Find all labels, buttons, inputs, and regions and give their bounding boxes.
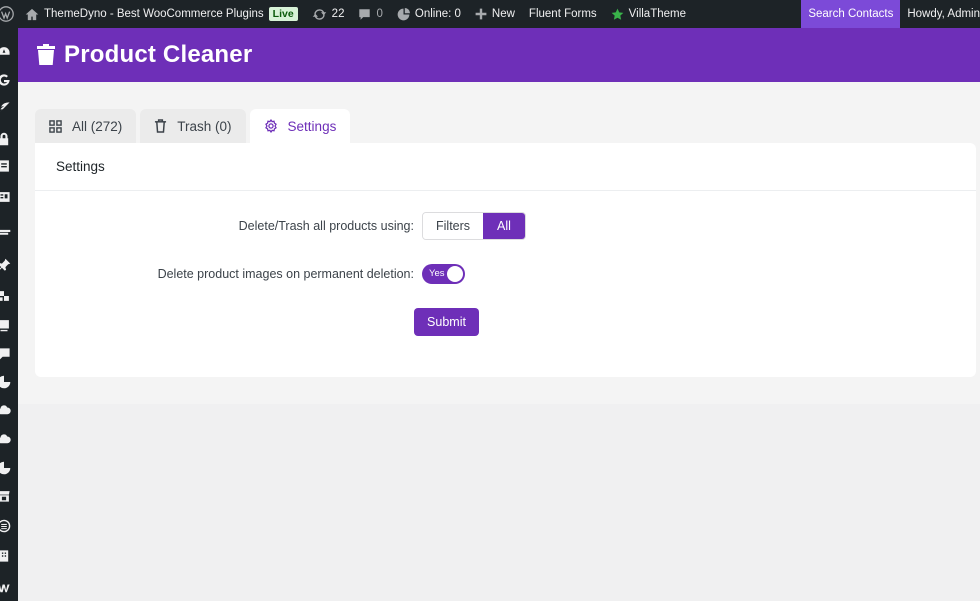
- delete-mode-label: Delete/Trash all products using:: [238, 219, 414, 233]
- plugin-header: Product Cleaner: [18, 28, 980, 82]
- wordpress-logo-icon[interactable]: [0, 0, 18, 28]
- delete-images-row: Delete product images on permanent delet…: [35, 264, 465, 284]
- cloud-icon[interactable]: [0, 402, 12, 418]
- pin-icon[interactable]: [0, 257, 12, 273]
- comments-menu-icon[interactable]: [0, 346, 12, 362]
- dashboard-icon[interactable]: [0, 44, 12, 60]
- w-icon[interactable]: [0, 580, 12, 596]
- forms-icon[interactable]: [0, 189, 12, 205]
- filters-option[interactable]: Filters: [423, 213, 484, 239]
- submit-button[interactable]: Submit: [414, 308, 479, 336]
- settings-heading: Settings: [35, 143, 976, 191]
- page-title: Product Cleaner: [64, 41, 253, 68]
- all-option[interactable]: All: [483, 213, 525, 239]
- tab-settings-label: Settings: [287, 118, 337, 134]
- plugin-content: All (272) Trash (0) Settings Settings De…: [18, 82, 980, 404]
- building-icon[interactable]: [0, 548, 12, 564]
- comment-icon: [359, 8, 371, 20]
- online-label: Online: 0: [414, 8, 461, 20]
- tab-bar: All (272) Trash (0) Settings: [35, 109, 354, 143]
- g-icon[interactable]: [0, 72, 12, 88]
- woo-icon[interactable]: [0, 224, 12, 240]
- comments-count: 0: [376, 8, 383, 20]
- page-background: [18, 404, 980, 601]
- analytics-icon[interactable]: [0, 374, 12, 390]
- admin-menu: [0, 28, 18, 601]
- list-circle-icon[interactable]: [0, 518, 12, 534]
- lock-icon[interactable]: [0, 131, 12, 147]
- new-label: New: [491, 8, 515, 20]
- delete-mode-selector: Filters All: [422, 212, 526, 240]
- updates-count: 22: [331, 8, 345, 20]
- tab-trash[interactable]: Trash (0): [140, 109, 246, 143]
- toggle-knob: [447, 266, 463, 282]
- star-icon: [611, 8, 624, 20]
- media-icon[interactable]: [0, 317, 12, 333]
- pie-chart-icon: [397, 7, 410, 20]
- tab-trash-label: Trash (0): [177, 118, 232, 134]
- site-name: ThemeDyno - Best WooCommerce Plugins: [44, 8, 264, 20]
- live-badge: Live: [268, 7, 298, 21]
- tab-all-label: All (272): [72, 118, 123, 134]
- new-content-link[interactable]: New: [468, 0, 522, 28]
- delete-images-label: Delete product images on permanent delet…: [157, 267, 414, 281]
- comments-link[interactable]: 0: [351, 0, 389, 28]
- howdy-account-menu[interactable]: Howdy, Admin: [900, 0, 980, 28]
- cloud-upload-icon[interactable]: [0, 431, 12, 447]
- online-status[interactable]: Online: 0: [390, 0, 468, 28]
- store-icon[interactable]: [0, 488, 12, 504]
- delete-images-toggle[interactable]: Yes: [422, 264, 465, 284]
- feather-icon[interactable]: [0, 100, 12, 116]
- search-contacts-link[interactable]: Search Contacts: [801, 0, 901, 28]
- delete-mode-row: Delete/Trash all products using: Filters…: [35, 212, 526, 240]
- fluent-forms-label: Fluent Forms: [528, 8, 597, 20]
- tab-settings[interactable]: Settings: [249, 109, 351, 143]
- site-name-link[interactable]: ThemeDyno - Best WooCommerce Plugins Liv…: [18, 0, 305, 28]
- fluent-forms-link[interactable]: Fluent Forms: [522, 0, 604, 28]
- page-icon[interactable]: [0, 158, 12, 174]
- updates-link[interactable]: 22: [305, 0, 352, 28]
- admin-bar: ThemeDyno - Best WooCommerce Plugins Liv…: [0, 0, 980, 28]
- home-icon: [25, 8, 39, 20]
- products-icon[interactable]: [0, 288, 12, 304]
- toggle-state-text: Yes: [429, 268, 445, 279]
- trash-icon: [155, 119, 167, 133]
- trash-icon: [37, 44, 55, 65]
- tab-all[interactable]: All (272): [35, 109, 137, 143]
- villatheme-label: VillaTheme: [628, 8, 686, 20]
- settings-card: Settings Delete/Trash all products using…: [35, 143, 976, 377]
- plus-icon: [475, 8, 487, 20]
- gear-icon: [264, 119, 277, 133]
- reports-icon[interactable]: [0, 460, 12, 476]
- villatheme-link[interactable]: VillaTheme: [604, 0, 693, 28]
- grid-icon: [49, 119, 62, 133]
- refresh-icon: [312, 8, 326, 20]
